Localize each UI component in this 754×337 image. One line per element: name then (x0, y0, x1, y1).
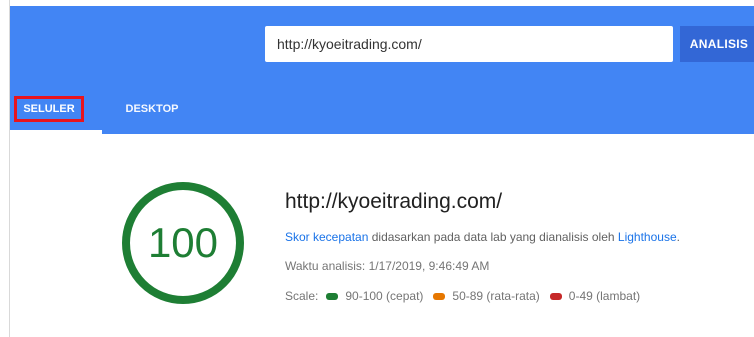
scale-fast: 90-100 (cepat) (345, 289, 424, 303)
score-value: 100 (147, 219, 219, 266)
tab-desktop-label: DESKTOP (125, 103, 179, 115)
scale-label: Scale: (285, 289, 319, 303)
green-pill-icon (326, 292, 339, 300)
tab-mobile[interactable]: SELULER (6, 92, 92, 126)
score-description: Skor kecepatan didasarkan pada data lab … (285, 230, 680, 244)
orange-pill-icon (433, 292, 446, 300)
description-text: didasarkan pada data lab yang dianalisis… (368, 230, 618, 244)
result-url: http://kyoeitrading.com/ (285, 190, 503, 213)
analyze-button[interactable]: ANALISIS (680, 26, 754, 62)
red-pill-icon (549, 292, 562, 300)
speed-score-link[interactable]: Skor kecepatan (285, 230, 368, 244)
lighthouse-link[interactable]: Lighthouse (618, 230, 677, 244)
score-scale: Scale: 90-100 (cepat) 50-89 (rata-rata) … (285, 289, 642, 303)
scale-average: 50-89 (rata-rata) (452, 289, 540, 303)
description-end: . (676, 230, 680, 244)
page: ANALISIS SELULER DESKTOP 100 http://kyoe… (0, 0, 754, 337)
score-gauge: 100 (120, 180, 246, 306)
scale-slow: 0-49 (lambat) (568, 289, 641, 303)
tab-desktop[interactable]: DESKTOP (112, 92, 192, 126)
tab-selected-indicator (10, 130, 102, 134)
url-input[interactable] (265, 26, 673, 62)
tab-mobile-label: SELULER (14, 96, 84, 122)
analysis-timestamp: Waktu analisis: 1/17/2019, 9:46:49 AM (285, 259, 490, 273)
